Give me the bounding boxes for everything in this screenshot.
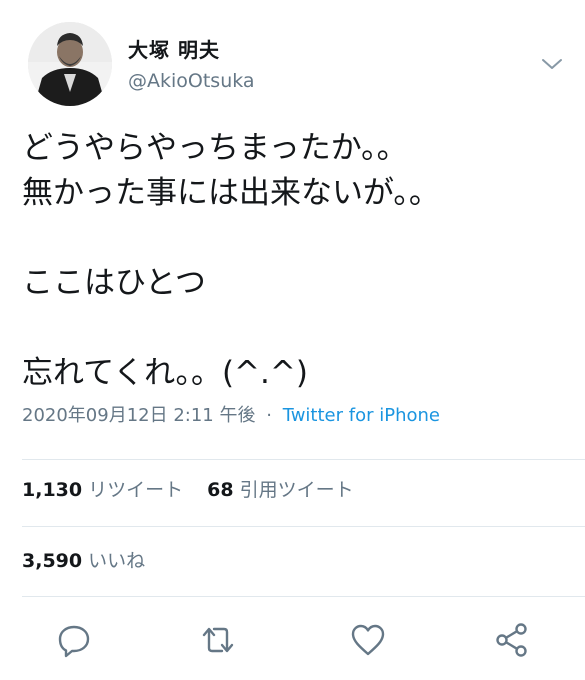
likes-count: 3,590 [22, 550, 83, 572]
action-bar [0, 620, 585, 664]
retweets-stat[interactable]: 1,130 リツイート [22, 479, 183, 501]
tweet-line: 忘れてくれ。。(^.^) [22, 355, 308, 391]
tweet-card: 大塚 明夫 @AkioOtsuka どうやらやっちまったか。。 無かった事には出… [0, 0, 585, 680]
avatar[interactable] [28, 22, 112, 106]
chevron-down-icon[interactable] [540, 56, 564, 72]
retweets-label: リツイート [88, 479, 184, 501]
likes-stat[interactable]: 3,590 いいね [22, 550, 145, 572]
divider [22, 459, 585, 460]
tweet-line: 無かった事には出来ないが。。 [22, 175, 440, 211]
divider [22, 526, 585, 527]
meta-separator: · [266, 405, 272, 426]
timestamp[interactable]: 2020年09月12日 2:11 午後 [22, 405, 255, 426]
retweets-count: 1,130 [22, 479, 83, 501]
quotes-stat[interactable]: 68 引用ツイート [207, 479, 353, 501]
display-name[interactable]: 大塚 明夫 [128, 34, 220, 63]
likes-label: いいね [88, 550, 146, 572]
source-link[interactable]: Twitter for iPhone [283, 405, 440, 426]
retweet-icon[interactable] [198, 620, 238, 660]
tweet-text: どうやらやっちまったか。。 無かった事には出来ないが。。 ここはひとつ 忘れてく… [22, 126, 567, 396]
divider [22, 596, 585, 597]
reply-icon[interactable] [54, 620, 94, 660]
quotes-count: 68 [207, 479, 234, 501]
tweet-line: ここはひとつ [22, 265, 206, 301]
quotes-label: 引用ツイート [239, 479, 354, 501]
tweet-meta: 2020年09月12日 2:11 午後 · Twitter for iPhone [22, 401, 440, 427]
stats-row-likes: 3,590 いいね [22, 546, 169, 573]
share-icon[interactable] [492, 620, 532, 660]
stats-row-retweets: 1,130 リツイート 68 引用ツイート [22, 475, 378, 502]
tweet-line: どうやらやっちまったか。。 [22, 130, 408, 166]
user-handle[interactable]: @AkioOtsuka [128, 70, 255, 92]
heart-icon[interactable] [348, 620, 388, 660]
